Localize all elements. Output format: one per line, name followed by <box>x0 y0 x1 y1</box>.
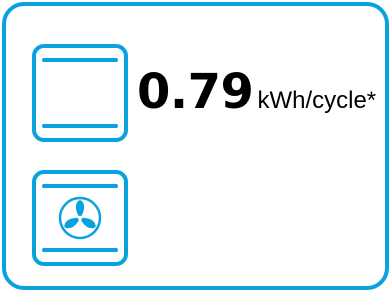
energy-label-panel: 0.79 kWh/cycle* <box>2 2 389 290</box>
energy-value: 0.79 <box>137 64 254 120</box>
energy-consumption: 0.79 kWh/cycle* <box>137 68 376 116</box>
fan-oven-icon <box>32 170 128 266</box>
oven-icon <box>32 44 128 142</box>
energy-unit: kWh/cycle* <box>257 87 377 114</box>
